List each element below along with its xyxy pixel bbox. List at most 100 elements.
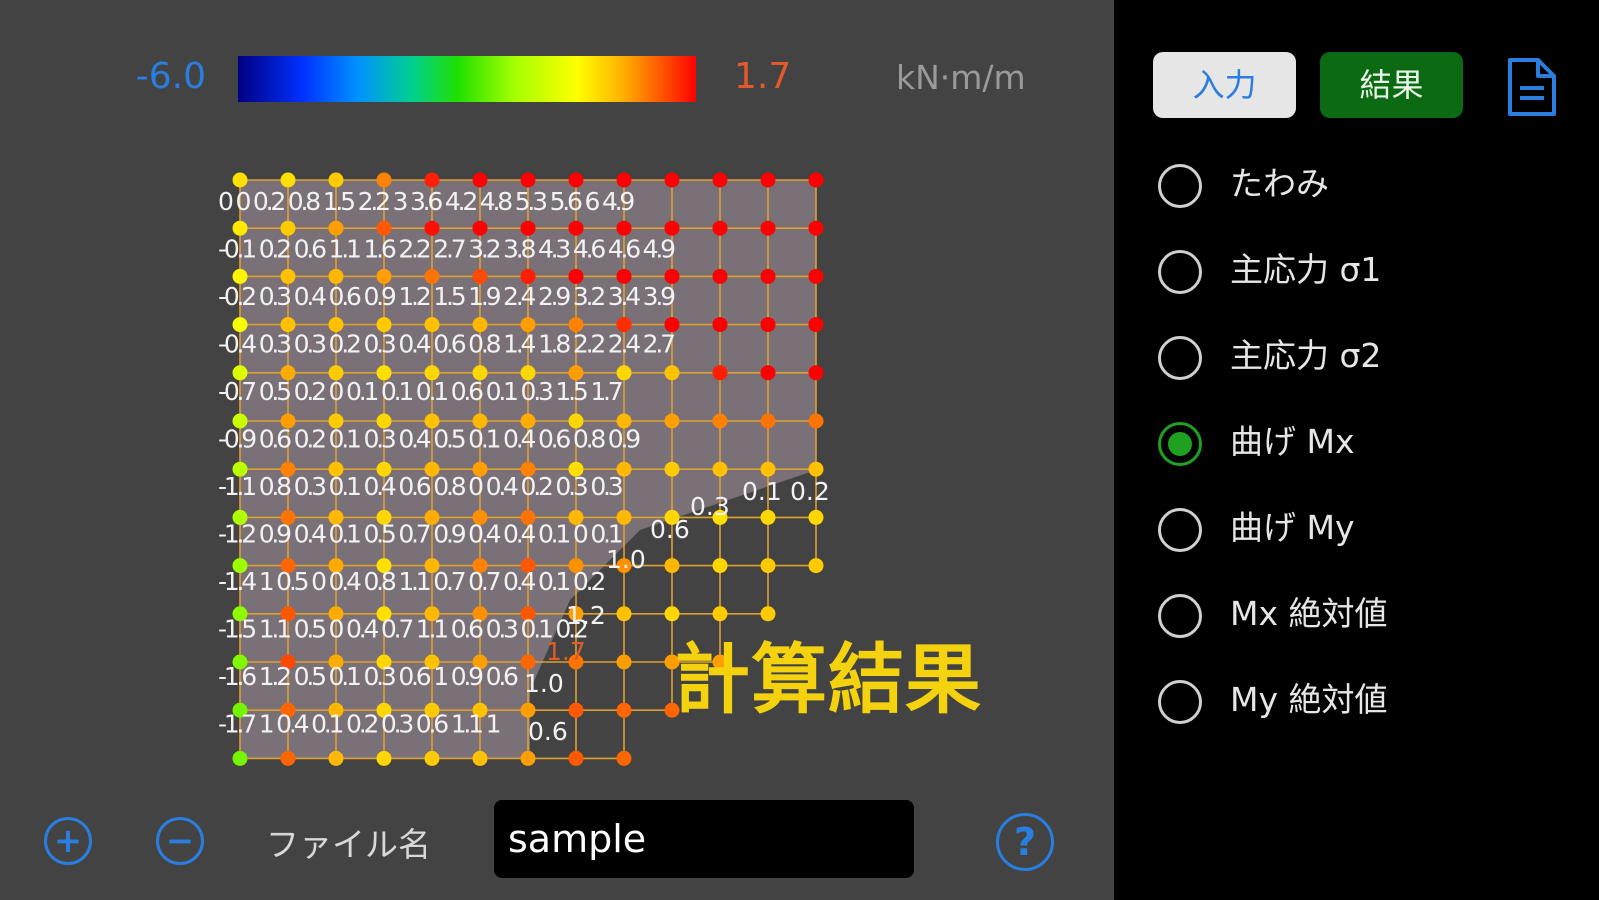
- mesh-node[interactable]: [280, 220, 296, 236]
- mesh-node[interactable]: [568, 220, 584, 236]
- mesh-node[interactable]: [424, 220, 440, 236]
- mesh-node[interactable]: [472, 220, 488, 236]
- mesh-node[interactable]: [616, 220, 632, 236]
- mesh-node[interactable]: [616, 172, 632, 188]
- mesh-node[interactable]: [232, 172, 248, 188]
- mesh-node[interactable]: [520, 702, 536, 718]
- mesh-node[interactable]: [808, 220, 824, 236]
- mesh-node[interactable]: [808, 461, 824, 477]
- mesh-node[interactable]: [616, 654, 632, 670]
- mesh-node[interactable]: [232, 750, 248, 766]
- mesh-value-row: -1.7 1 0.4 0.1 0.2 0.3 0.6 1.1 1: [218, 710, 500, 739]
- tab-result[interactable]: 結果: [1320, 52, 1463, 118]
- mesh-value-row: -1.5 1.1 0.5 0 0.4 0.7 1.1 0.6 0.3 0.1 0…: [218, 615, 587, 644]
- mesh-node[interactable]: [664, 220, 680, 236]
- mesh-node[interactable]: [712, 268, 728, 284]
- mesh-value-row: -0.4 0.3 0.3 0.2 0.3 0.4 0.6 0.8 1.4 1.8…: [218, 330, 674, 359]
- mesh-node[interactable]: [568, 172, 584, 188]
- mesh-node[interactable]: [664, 558, 680, 574]
- mesh-value-row: -0.1 0.2 0.6 1.1 1.6 2.2 2.7 3.2 3.8 4.3…: [218, 235, 675, 264]
- mesh-node[interactable]: [472, 172, 488, 188]
- mesh-node[interactable]: [760, 558, 776, 574]
- mesh-node[interactable]: [712, 461, 728, 477]
- mesh-node[interactable]: [712, 172, 728, 188]
- mesh-node[interactable]: [712, 413, 728, 429]
- mesh-value-row: -1.4 1 0.5 0 0.4 0.8 1.1 0.7 0.7 0.4 0.1…: [218, 567, 604, 596]
- radio-unselected-icon[interactable]: [1158, 336, 1202, 380]
- mesh-value-label: 1.0: [606, 545, 646, 574]
- result-canvas[interactable]: -6.0 1.7 kN·m/m 0 0 0.2 0.8 1.5 2.2 3 3.…: [0, 0, 1114, 900]
- mesh-node[interactable]: [712, 220, 728, 236]
- mesh-node[interactable]: [808, 172, 824, 188]
- mesh-node[interactable]: [520, 750, 536, 766]
- mesh-node[interactable]: [280, 750, 296, 766]
- mesh-node[interactable]: [760, 509, 776, 525]
- mesh-node[interactable]: [760, 413, 776, 429]
- mesh-node[interactable]: [520, 172, 536, 188]
- mesh-node[interactable]: [376, 750, 392, 766]
- mesh-node[interactable]: [328, 750, 344, 766]
- mesh-node[interactable]: [808, 558, 824, 574]
- mesh-node[interactable]: [760, 268, 776, 284]
- mesh-node[interactable]: [664, 172, 680, 188]
- mesh-value-row: 0 0 0.2 0.8 1.5 2.2 3 3.6 4.2 4.8 5.3 5.…: [218, 187, 634, 216]
- zoom-in-button[interactable]: +: [44, 817, 92, 865]
- mesh-node[interactable]: [520, 220, 536, 236]
- mesh-node[interactable]: [712, 365, 728, 381]
- zoom-out-button[interactable]: −: [156, 817, 204, 865]
- mesh-node[interactable]: [616, 750, 632, 766]
- mesh-node[interactable]: [424, 172, 440, 188]
- mesh-value-row: -1.2 0.9 0.4 0.1 0.5 0.7 0.9 0.4 0.4 0.1…: [218, 520, 622, 549]
- radio-unselected-icon[interactable]: [1158, 508, 1202, 552]
- result-option-label: 曲げ Mx: [1230, 422, 1355, 461]
- mesh-node[interactable]: [760, 317, 776, 333]
- result-option-label: 曲げ My: [1230, 508, 1355, 547]
- radio-unselected-icon[interactable]: [1158, 680, 1202, 724]
- radio-unselected-icon[interactable]: [1158, 250, 1202, 294]
- mesh-node[interactable]: [760, 172, 776, 188]
- question-circle-icon: ?: [1013, 820, 1037, 864]
- radio-selected-icon[interactable]: [1158, 422, 1202, 466]
- mesh-node[interactable]: [808, 317, 824, 333]
- mesh-node[interactable]: [328, 172, 344, 188]
- result-option-label: 主応力 σ2: [1230, 336, 1382, 375]
- mesh-value-label: 0.3: [690, 492, 730, 521]
- mesh-node[interactable]: [616, 702, 632, 718]
- mesh-node[interactable]: [376, 220, 392, 236]
- mesh-node[interactable]: [328, 220, 344, 236]
- mesh-value-label: 0.2: [790, 477, 830, 506]
- mesh-node[interactable]: [808, 365, 824, 381]
- help-button[interactable]: ?: [996, 813, 1054, 871]
- mesh-node[interactable]: [664, 461, 680, 477]
- mesh-value-label: 0.1: [742, 477, 782, 506]
- mesh-node[interactable]: [520, 654, 536, 670]
- mesh-value-row: -0.2 0.3 0.4 0.6 0.9 1.2 1.5 1.9 2.4 2.9…: [218, 282, 675, 311]
- tab-input[interactable]: 入力: [1153, 52, 1296, 118]
- mesh-node[interactable]: [376, 172, 392, 188]
- filename-input[interactable]: [494, 800, 914, 878]
- mesh-node[interactable]: [760, 365, 776, 381]
- mesh-value-row: -0.9 0.6 0.2 0.1 0.3 0.4 0.5 0.1 0.4 0.6…: [218, 425, 640, 454]
- mesh-node[interactable]: [712, 317, 728, 333]
- mesh-value-label: 1.7: [546, 637, 586, 666]
- radio-unselected-icon[interactable]: [1158, 164, 1202, 208]
- mesh-value-label: 0.6: [650, 515, 690, 544]
- mesh-node[interactable]: [280, 172, 296, 188]
- result-option-label: 主応力 σ1: [1230, 250, 1382, 289]
- radio-unselected-icon[interactable]: [1158, 594, 1202, 638]
- mesh-node[interactable]: [664, 365, 680, 381]
- mesh-node[interactable]: [472, 750, 488, 766]
- mesh-node[interactable]: [712, 558, 728, 574]
- mesh-node[interactable]: [568, 750, 584, 766]
- mesh-node[interactable]: [760, 220, 776, 236]
- mesh-node[interactable]: [808, 509, 824, 525]
- mesh-node[interactable]: [568, 702, 584, 718]
- mesh-node[interactable]: [616, 606, 632, 622]
- document-icon[interactable]: [1506, 56, 1558, 118]
- mesh-node[interactable]: [424, 750, 440, 766]
- mesh-node[interactable]: [760, 461, 776, 477]
- mesh-node[interactable]: [664, 413, 680, 429]
- mesh-node[interactable]: [232, 220, 248, 236]
- mesh-node[interactable]: [808, 268, 824, 284]
- mesh-node[interactable]: [808, 413, 824, 429]
